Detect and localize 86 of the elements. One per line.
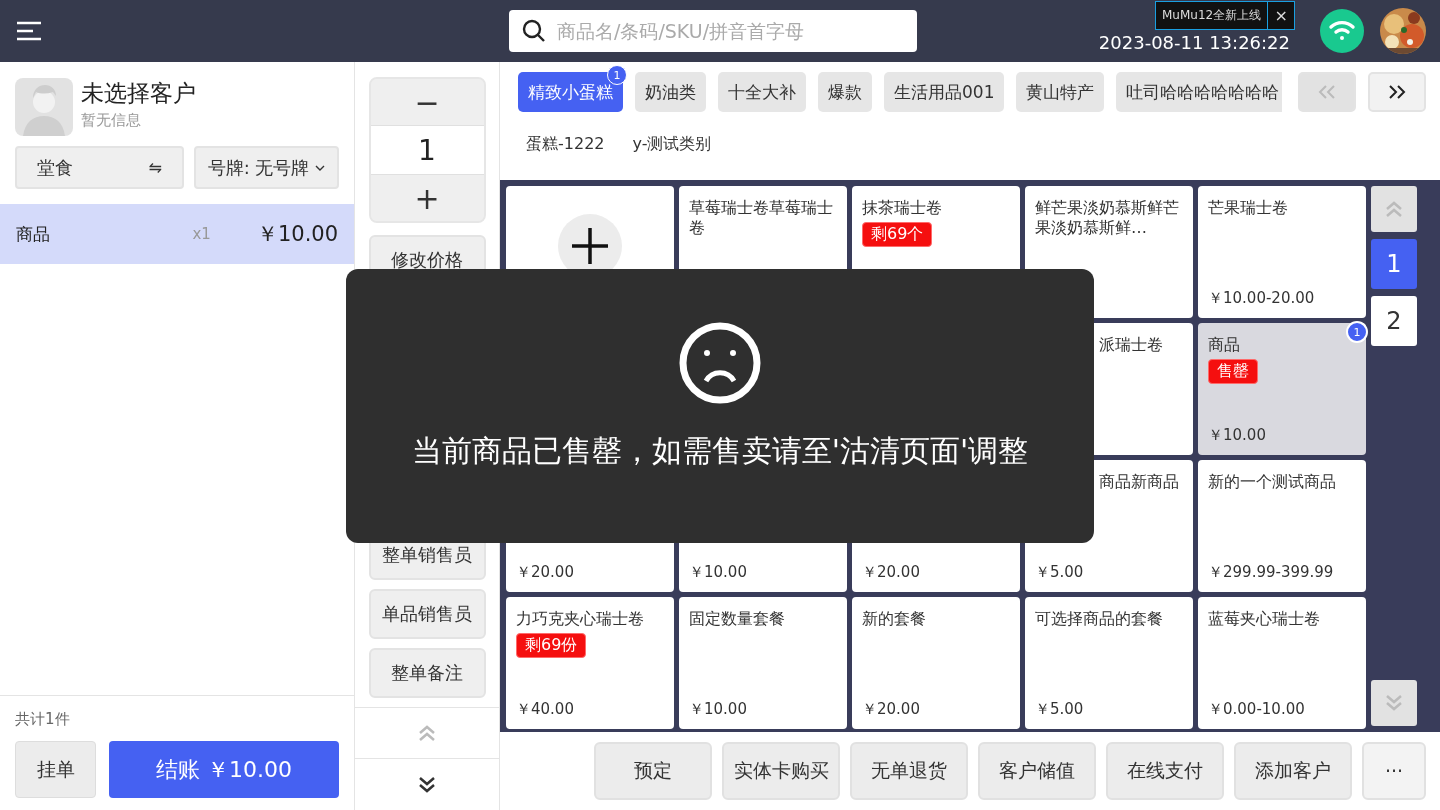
product-card[interactable]: 固定数量套餐 ￥10.00 <box>679 597 847 729</box>
product-name: 固定数量套餐 <box>689 609 786 629</box>
category-tab[interactable]: y-测试类别 <box>624 130 720 159</box>
product-price: ￥20.00 <box>862 700 921 719</box>
product-name: 草莓瑞士卷草莓瑞士卷 <box>689 198 834 238</box>
menu-icon[interactable] <box>16 21 42 41</box>
page-button[interactable]: 2 <box>1371 296 1417 346</box>
product-name: 蓝莓夹心瑞士卷 <box>1208 609 1321 629</box>
number-plate-dropdown[interactable]: 号牌: 无号牌 <box>194 146 340 189</box>
product-card[interactable]: 芒果瑞士卷 ￥10.00-20.00 <box>1198 186 1366 318</box>
sad-face-icon <box>678 321 762 405</box>
item-price: ￥10.00 <box>256 221 339 248</box>
stock-tag: 剩69个 <box>862 222 933 247</box>
product-name: 新的套餐 <box>862 609 927 629</box>
search-icon <box>522 19 546 43</box>
product-price: ￥20.00 <box>516 563 575 582</box>
category-tab[interactable]: 爆款 <box>818 72 872 112</box>
customer-name: 未选择客户 <box>81 79 196 108</box>
search-field[interactable]: 商品名/条码/SKU/拼音首字母 <box>509 10 917 52</box>
avatar-icon <box>15 78 73 136</box>
action-button[interactable]: 单品销售员 <box>368 589 486 639</box>
next-button[interactable] <box>1368 72 1426 112</box>
caret-icon <box>315 164 326 171</box>
count-badge: 1 <box>1346 321 1368 343</box>
product-name: 可选择商品的套餐 <box>1035 609 1164 629</box>
product-price: ￥5.00 <box>1035 563 1085 582</box>
product-card[interactable]: 可选择商品的套餐 ￥5.00 <box>1025 597 1193 729</box>
product-name: 新的一个测试商品 <box>1208 472 1337 492</box>
category-tab[interactable]: 黄山特产 <box>1016 72 1105 112</box>
chevron-up-icon <box>1384 200 1404 218</box>
product-card[interactable]: 力巧克夹心瑞士卷 剩69份 ￥40.00 <box>506 597 674 729</box>
count-badge: 1 <box>607 65 627 85</box>
product-name: 派瑞士卷 <box>1098 335 1164 355</box>
chevron-up-icon <box>417 724 437 742</box>
category-tab[interactable]: 生活用品001 <box>884 72 1005 112</box>
action-button[interactable]: 预定 <box>594 742 712 800</box>
double-chevron-left-icon <box>1318 85 1336 99</box>
customer-info: 暂无信息 <box>81 111 142 130</box>
action-button[interactable]: 在线支付 <box>1106 742 1224 800</box>
quantity-field[interactable]: 1 <box>370 125 484 175</box>
chevron-down-icon <box>1384 694 1404 712</box>
product-name: 商品新商品 <box>1098 472 1180 492</box>
double-chevron-right-icon <box>1388 85 1406 99</box>
product-name: 鲜芒果淡奶慕斯鲜芒果淡奶慕斯鲜… <box>1035 198 1180 238</box>
chevron-down-icon <box>417 775 437 794</box>
product-card[interactable]: 新的一个测试商品 ￥299.99-399.99 <box>1198 460 1366 592</box>
product-price: ￥10.00 <box>1208 426 1267 445</box>
stock-tag: 售罄 <box>1208 359 1258 384</box>
product-name: 力巧克夹心瑞士卷 <box>516 609 645 629</box>
product-name: 芒果瑞士卷 <box>1208 198 1289 218</box>
category-tab[interactable]: 蛋糕-1222 <box>518 130 613 159</box>
product-card[interactable]: 商品 售罄 ￥10.00 1 <box>1198 323 1366 455</box>
stock-tag: 剩69份 <box>516 633 587 658</box>
product-price: ￥10.00 <box>689 563 748 582</box>
action-button[interactable]: 添加客户 <box>1234 742 1352 800</box>
action-button[interactable]: 客户储值 <box>978 742 1096 800</box>
action-button[interactable]: 无单退货 <box>850 742 968 800</box>
product-price: ￥10.00-20.00 <box>1208 289 1316 308</box>
product-price: ￥299.99-399.99 <box>1208 563 1335 582</box>
datetime: 2023-08-11 13:26:22 <box>1098 31 1290 53</box>
item-total: 共计1件 <box>15 710 71 729</box>
item-name: 商品 <box>16 222 51 246</box>
product-price: ￥20.00 <box>862 563 921 582</box>
product-card[interactable]: 蓝莓夹心瑞士卷 ￥0.00-10.00 <box>1198 597 1366 729</box>
page-button[interactable]: 1 <box>1371 239 1417 289</box>
action-button[interactable]: 整单备注 <box>368 648 486 698</box>
category-tab[interactable]: 吐司哈哈哈哈哈哈哈 <box>1116 72 1282 112</box>
hold-button[interactable]: 挂单 <box>15 741 96 798</box>
order-type-button[interactable]: 堂食 ⇋ <box>15 146 184 189</box>
product-card[interactable]: 新的套餐 ￥20.00 <box>852 597 1020 729</box>
category-tab[interactable]: 十全大补 <box>718 72 806 112</box>
cart-item[interactable]: 商品 x1 ￥10.00 <box>0 204 355 264</box>
product-name: 商品 <box>1208 335 1241 355</box>
product-price: ￥10.00 <box>689 700 748 719</box>
category-tab[interactable]: 奶油类 <box>635 72 706 112</box>
action-button[interactable]: 实体卡购买 <box>722 742 840 800</box>
item-quantity: x1 <box>192 225 211 243</box>
action-button[interactable]: ··· <box>1362 742 1426 800</box>
wifi-icon[interactable] <box>1320 9 1364 53</box>
tooltip-text: MuMu12全新上线 <box>1156 2 1269 29</box>
product-price: ￥5.00 <box>1035 700 1085 719</box>
product-price: ￥0.00-10.00 <box>1208 700 1306 719</box>
checkout-button[interactable]: 结账 ￥10.00 <box>109 741 340 798</box>
product-name: 抹茶瑞士卷 <box>862 198 943 218</box>
close-button[interactable]: × <box>1268 6 1295 25</box>
product-price: ￥40.00 <box>516 700 575 719</box>
